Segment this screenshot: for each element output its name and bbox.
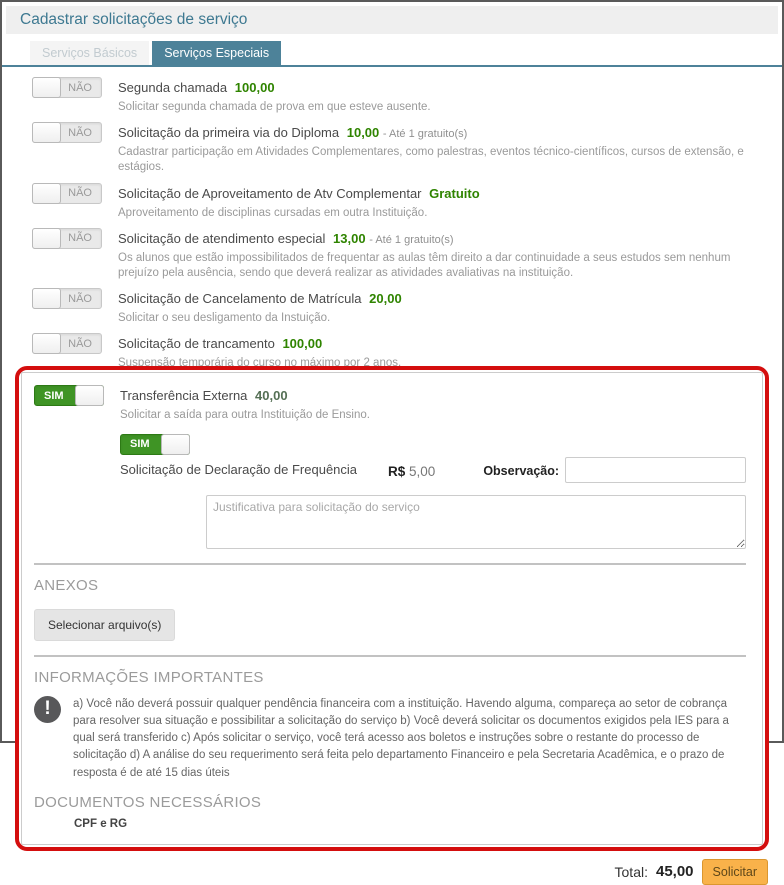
- select-files-button[interactable]: Selecionar arquivo(s): [34, 609, 175, 641]
- toggle-state-label: SIM: [121, 438, 150, 450]
- service-row: NÃO Solicitação de Cancelamento de Matrí…: [32, 288, 782, 326]
- toggle-knob-icon: [32, 228, 61, 249]
- service-description: Os alunos que estão impossibilitados de …: [118, 251, 762, 281]
- section-divider: [34, 563, 746, 565]
- toggle-knob-icon: [75, 385, 104, 406]
- important-info-row: ! a) Você não deverá possuir qualquer pe…: [34, 696, 746, 782]
- service-description: Cadastrar participação em Atividades Com…: [118, 145, 762, 175]
- service-name: Segunda chamada: [118, 80, 227, 95]
- tab-servicos-basicos[interactable]: Serviços Básicos: [30, 41, 149, 65]
- service-price: 10,00: [347, 125, 380, 140]
- service-price: 100,00: [235, 80, 275, 95]
- service-toggle[interactable]: NÃO: [32, 288, 102, 309]
- service-title: Segunda chamada 100,00: [118, 80, 275, 95]
- toggle-state-label: NÃO: [68, 338, 101, 350]
- service-toggle[interactable]: NÃO: [32, 122, 102, 143]
- service-price: 20,00: [369, 291, 402, 306]
- service-title: Solicitação de trancamento 100,00: [118, 336, 322, 351]
- toggle-knob-icon: [161, 434, 190, 455]
- toggle-knob-icon: [32, 183, 61, 204]
- service-title: Solicitação de Aproveitamento de Atv Com…: [118, 186, 480, 201]
- highlight-annotation-box: SIM Transferência Externa 40,00 Solicita…: [15, 366, 769, 850]
- important-info-section-title: INFORMAÇÕES IMPORTANTES: [34, 669, 746, 686]
- service-row: NÃO Solicitação da primeira via do Diplo…: [32, 122, 782, 175]
- service-list: NÃO Segunda chamada 100,00 Solicitar seg…: [2, 67, 782, 371]
- document-item: CPF e RG: [74, 818, 746, 830]
- page-title: Cadastrar solicitações de serviço: [6, 6, 778, 34]
- footer: Total: 45,00 Solicitar: [2, 859, 782, 885]
- documents-list: CPF e RG: [34, 818, 746, 830]
- tab-bar: Serviços Básicos Serviços Especiais: [2, 41, 782, 67]
- service-description: Aproveitamento de disciplinas cursadas e…: [118, 206, 762, 221]
- service-name: Solicitação de atendimento especial: [118, 231, 325, 246]
- documents-section-title: DOCUMENTOS NECESSÁRIOS: [34, 794, 746, 811]
- currency-symbol: R$: [388, 464, 405, 479]
- service-title: Solicitação da primeira via do Diploma 1…: [118, 125, 467, 140]
- declaration-toggle[interactable]: SIM: [120, 434, 190, 455]
- toggle-state-label: NÃO: [68, 187, 101, 199]
- observation-label: Observação:: [483, 464, 559, 483]
- service-row: NÃO Segunda chamada 100,00 Solicitar seg…: [32, 77, 782, 115]
- service-price: 100,00: [282, 336, 322, 351]
- service-price: Gratuito: [429, 186, 480, 201]
- service-price-note: - Até 1 gratuito(s): [369, 234, 453, 246]
- service-toggle[interactable]: NÃO: [32, 183, 102, 204]
- submit-button[interactable]: Solicitar: [702, 859, 768, 885]
- service-row: NÃO Solicitação de atendimento especial …: [32, 228, 782, 281]
- selected-services-panel: SIM Transferência Externa 40,00 Solicita…: [21, 372, 763, 844]
- service-toggle[interactable]: NÃO: [32, 77, 102, 98]
- service-title: Solicitação de Cancelamento de Matrícula…: [118, 291, 402, 306]
- service-name: Solicitação de Aproveitamento de Atv Com…: [118, 186, 422, 201]
- toggle-state-label: SIM: [35, 390, 64, 402]
- service-title: Solicitação de atendimento especial 13,0…: [118, 231, 454, 246]
- service-price: 40,00: [255, 388, 288, 403]
- important-info-text: a) Você não deverá possuir qualquer pend…: [73, 696, 742, 782]
- service-toggle[interactable]: NÃO: [32, 333, 102, 354]
- toggle-state-label: NÃO: [68, 293, 101, 305]
- service-title: Transferência Externa 40,00: [120, 388, 288, 403]
- toggle-knob-icon: [32, 333, 61, 354]
- service-name: Solicitação de Cancelamento de Matrícula: [118, 291, 362, 306]
- total-label: Total:: [615, 864, 648, 880]
- toggle-knob-icon: [32, 77, 61, 98]
- service-name: Transferência Externa: [120, 388, 247, 403]
- declaration-service-name: Solicitação de Declaração de Frequência: [120, 457, 360, 483]
- declaration-price: R$ 5,00: [388, 464, 435, 483]
- service-name: Solicitação de trancamento: [118, 336, 275, 351]
- tab-servicos-especiais[interactable]: Serviços Especiais: [152, 41, 281, 65]
- service-row: NÃO Solicitação de Aproveitamento de Atv…: [32, 183, 782, 221]
- service-description: Solicitar o seu desligamento da Instuiçã…: [118, 311, 762, 326]
- service-description: Solicitar a saída para outra Instituição…: [120, 408, 726, 423]
- service-toggle[interactable]: NÃO: [32, 228, 102, 249]
- service-price-note: - Até 1 gratuito(s): [383, 128, 467, 140]
- price-amount: 5,00: [409, 464, 435, 479]
- service-price: 13,00: [333, 231, 366, 246]
- declaration-block: SIM Solicitação de Declaração de Frequên…: [120, 434, 746, 549]
- observation-input[interactable]: [565, 457, 746, 483]
- transfer-toggle[interactable]: SIM: [34, 385, 104, 406]
- service-description: Solicitar segunda chamada de prova em qu…: [118, 100, 762, 115]
- total-value: 45,00: [656, 863, 694, 880]
- toggle-state-label: NÃO: [68, 82, 101, 94]
- service-name: Solicitação da primeira via do Diploma: [118, 125, 339, 140]
- toggle-state-label: NÃO: [68, 232, 101, 244]
- service-row-transferencia-externa: SIM Transferência Externa 40,00 Solicita…: [34, 385, 746, 423]
- warning-icon: !: [34, 696, 61, 723]
- anexos-section-title: ANEXOS: [34, 577, 746, 594]
- justification-textarea[interactable]: [206, 495, 746, 549]
- toggle-knob-icon: [32, 122, 61, 143]
- toggle-knob-icon: [32, 288, 61, 309]
- declaration-row: Solicitação de Declaração de Frequência …: [120, 457, 746, 483]
- toggle-state-label: NÃO: [68, 127, 101, 139]
- section-divider: [34, 655, 746, 657]
